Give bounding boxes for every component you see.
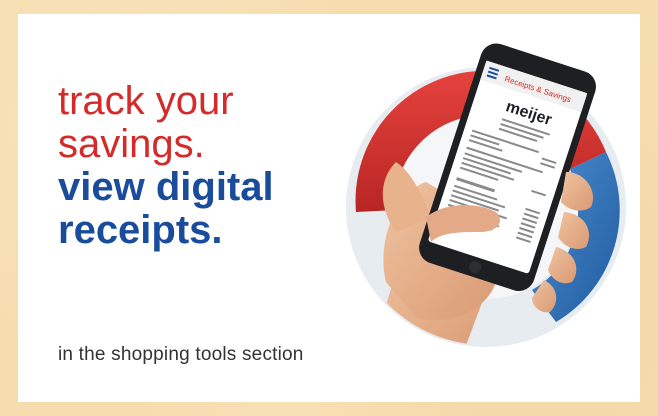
phone-illustration: Receipts & Savings meijer [336, 42, 636, 372]
promo-subtext: in the shopping tools section [58, 344, 304, 365]
headline-line-1: track your [58, 79, 234, 123]
promo-card[interactable]: track your savings. view digital receipt… [18, 14, 640, 402]
headline-line-2: savings. [58, 122, 205, 166]
promo-headline: track your savings. view digital receipt… [58, 80, 274, 252]
headline-line-4: receipts. [58, 208, 223, 252]
headline-line-3: view digital [58, 165, 274, 209]
